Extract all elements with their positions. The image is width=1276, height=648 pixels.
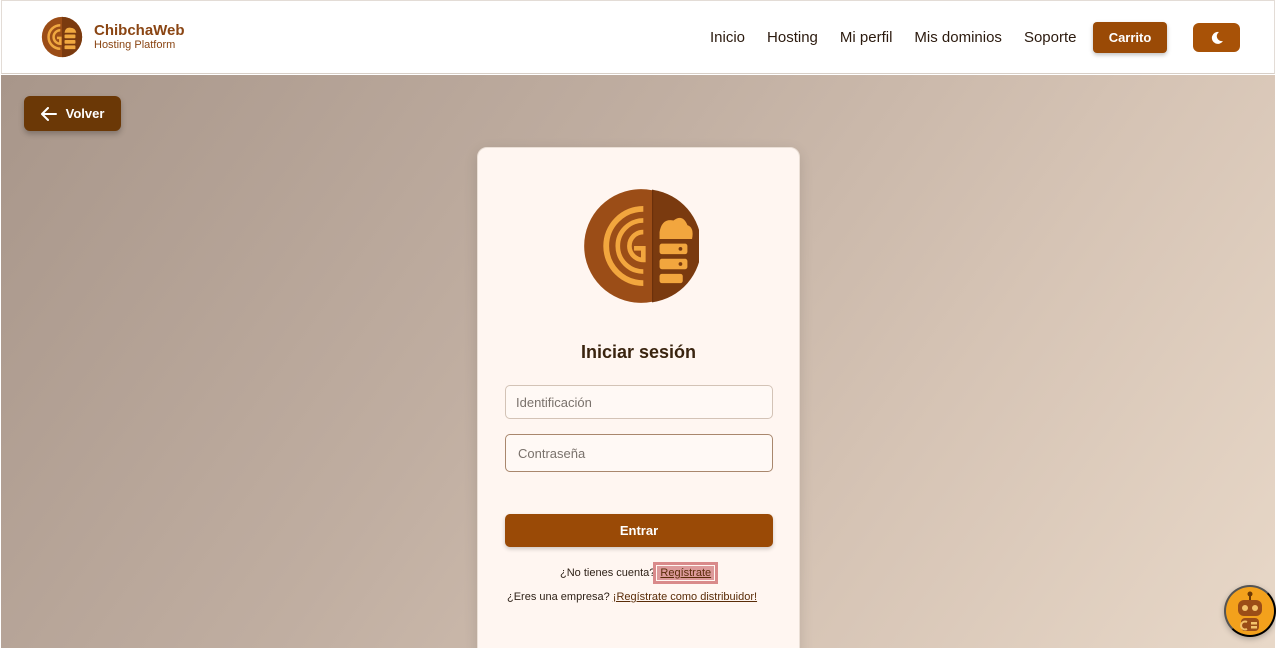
back-button-label: Volver [65,106,105,121]
nav-soporte[interactable]: Soporte [1024,29,1077,46]
register-link-highlight: Regístrate [653,562,719,584]
login-card: Iniciar sesión Entrar ¿No tienes cuenta?… [477,147,800,648]
nav-hosting[interactable]: Hosting [767,29,818,46]
company-text: ¿Eres una empresa? [507,591,610,603]
distributor-prompt: ¿Eres una empresa? ¡Regístrate como dist… [507,591,757,603]
nav-mi-perfil[interactable]: Mi perfil [840,29,893,46]
robot-assistant-icon [1238,591,1262,631]
main-content: Volver Iniciar sesión Entrar ¿No tienes … [1,75,1275,648]
moon-icon [1211,31,1223,44]
nav-inicio[interactable]: Inicio [710,29,745,46]
identification-input[interactable] [505,385,773,419]
distributor-register-link[interactable]: ¡Regístrate como distribuidor! [613,591,757,603]
back-button[interactable]: Volver [24,96,121,131]
login-submit-button[interactable]: Entrar [505,514,773,547]
top-navbar: ChibchaWeb Hosting Platform Inicio Hosti… [1,0,1275,74]
chibchaweb-logo-icon [41,16,83,58]
login-title: Iniciar sesión [580,342,697,362]
brand-subtitle: Hosting Platform [94,39,176,51]
no-account-text: ¿No tienes cuenta? [560,567,656,579]
main-nav: Inicio Hosting Mi perfil Mis dominios So… [710,29,1076,46]
theme-toggle-button[interactable] [1193,23,1240,52]
brand[interactable]: ChibchaWeb Hosting Platform [41,16,185,58]
cart-button[interactable]: Carrito [1093,22,1167,53]
register-prompt: ¿No tienes cuenta? Regístrate [560,562,719,584]
brand-name: ChibchaWeb [94,22,185,39]
chibchaweb-logo-icon [584,189,699,303]
register-link[interactable]: Regístrate [660,567,711,579]
nav-mis-dominios[interactable]: Mis dominios [914,29,1002,46]
password-input[interactable] [505,434,773,472]
chat-assistant-button[interactable] [1224,585,1276,637]
arrow-left-icon [40,106,57,121]
